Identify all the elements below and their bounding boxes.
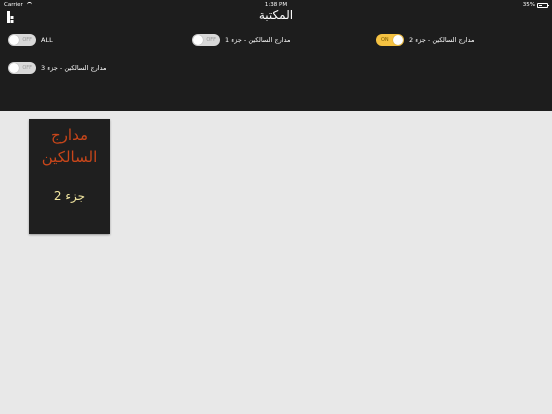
toggle-all-switch[interactable]: OFF [8, 34, 36, 46]
book-title-line-2: السالكين [41, 148, 98, 166]
library-menu-icon[interactable] [7, 11, 15, 23]
toggle-knob [393, 35, 403, 45]
toggle-all: OFF ALL [8, 33, 53, 47]
page-title: المكتبة [258, 8, 294, 22]
toggle-part-2-label: مدارج السالكين - جزء 2 [409, 36, 475, 44]
toggle-part-3: OFF مدارج السالكين - جزء 3 [8, 61, 107, 75]
toggle-state: OFF [206, 36, 216, 43]
book-cover-part-2[interactable]: مدارج السالكين جزء 2 [29, 119, 110, 234]
book-title-line-1: مدارج [50, 126, 88, 144]
toggle-state: ON [381, 36, 389, 43]
battery-icon [537, 2, 549, 8]
toggle-state: OFF [22, 64, 32, 71]
toggle-part-2-switch[interactable]: ON [376, 34, 404, 46]
library-header: Carrier 1:38 PM 35% المكتبة OFF ALL OFF … [0, 0, 552, 111]
book-title: مدارج السالكين [29, 124, 110, 168]
toggle-all-label: ALL [41, 36, 53, 44]
toggle-part-3-switch[interactable]: OFF [8, 62, 36, 74]
toggle-part-1: OFF مدارج السالكين - جزء 1 [192, 33, 291, 47]
toggle-state: OFF [22, 36, 32, 43]
toggle-knob [193, 35, 203, 45]
toggle-knob [9, 35, 19, 45]
toggle-part-2: ON مدارج السالكين - جزء 2 [376, 33, 475, 47]
toggle-part-3-label: مدارج السالكين - جزء 3 [41, 64, 107, 72]
book-part-label: جزء 2 [53, 189, 86, 203]
toggle-part-1-switch[interactable]: OFF [192, 34, 220, 46]
toggle-part-1-label: مدارج السالكين - جزء 1 [225, 36, 291, 44]
toggle-knob [9, 63, 19, 73]
